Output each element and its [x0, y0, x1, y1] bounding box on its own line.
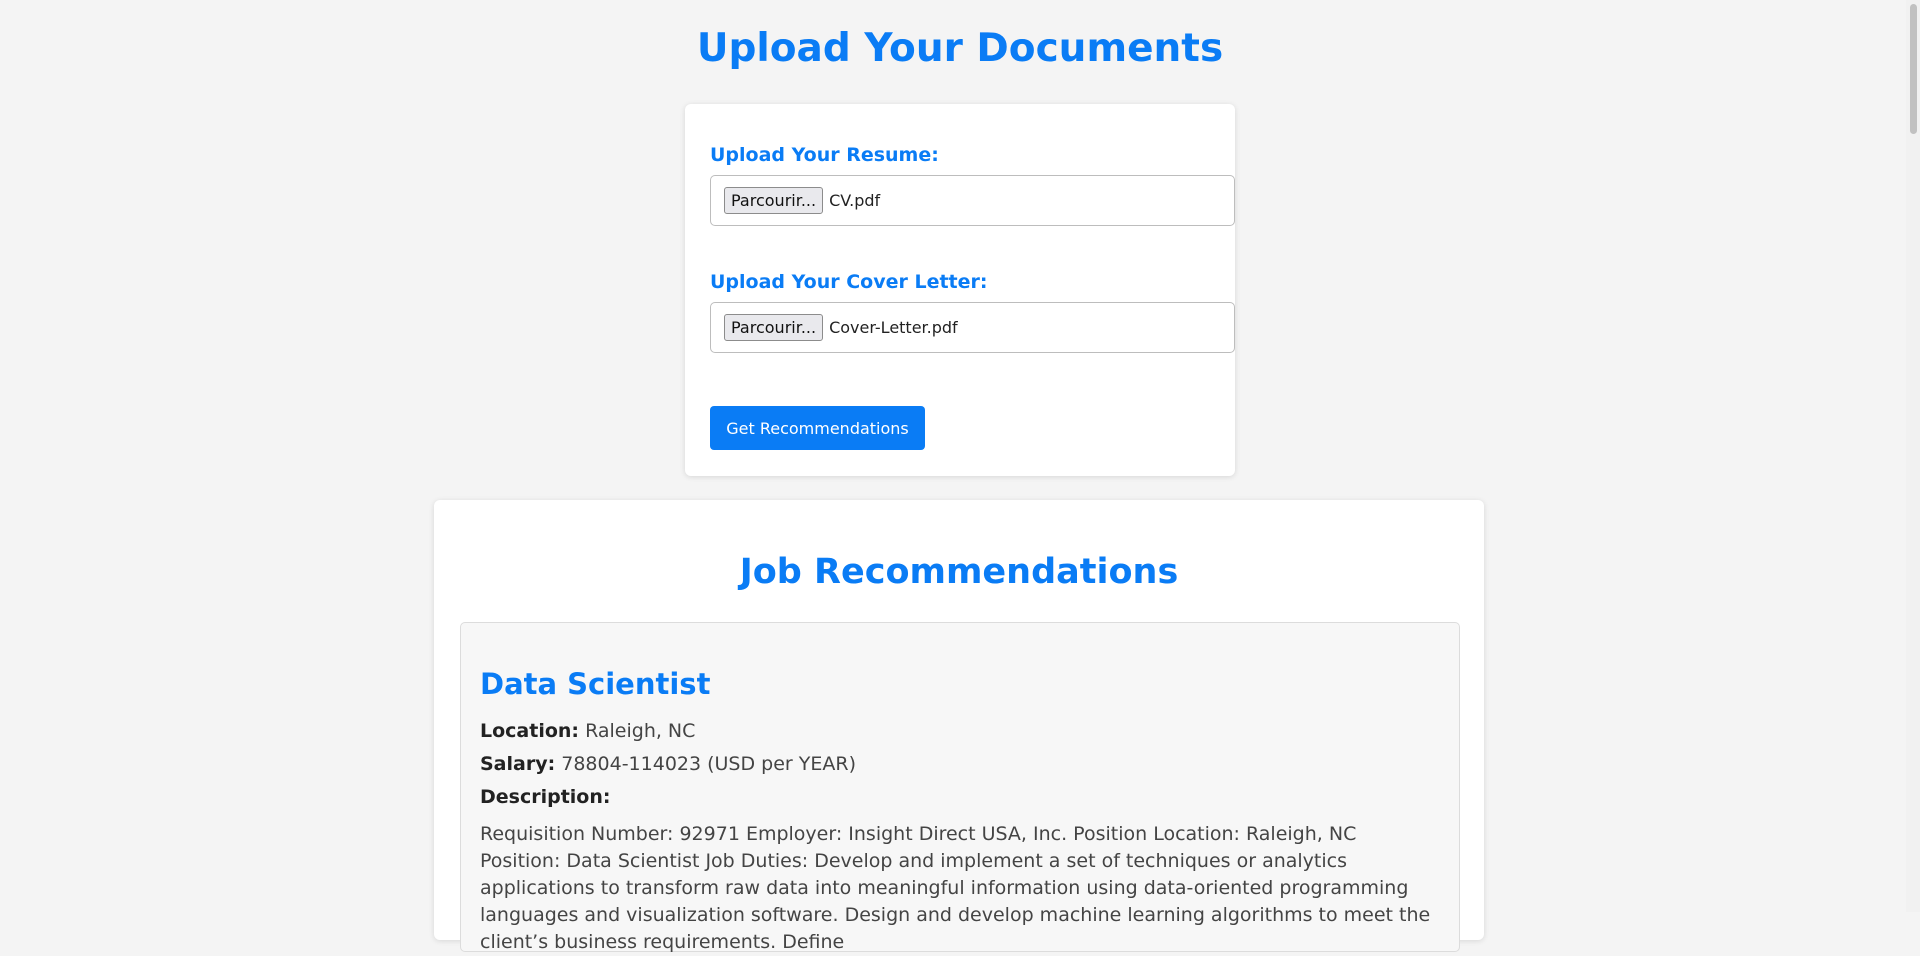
resume-file-name: CV.pdf	[829, 191, 881, 210]
cover-letter-file-input[interactable]: Parcourir... Cover-Letter.pdf	[710, 302, 1235, 353]
get-recommendations-button[interactable]: Get Recommendations	[710, 406, 925, 450]
job-salary-label: Salary:	[480, 753, 556, 775]
scrollbar-thumb[interactable]	[1910, 4, 1917, 134]
cover-letter-browse-button[interactable]: Parcourir...	[724, 314, 824, 341]
cover-letter-file-name: Cover-Letter.pdf	[829, 318, 958, 337]
resume-browse-button[interactable]: Parcourir...	[724, 187, 824, 214]
job-salary-value: 78804-114023 (USD per YEAR)	[561, 753, 856, 775]
job-title: Data Scientist	[480, 667, 711, 701]
page-scrollbar[interactable]	[1906, 0, 1920, 912]
job-description: Requisition Number: 92971 Employer: Insi…	[480, 823, 1431, 953]
recommendations-section: Job Recommendations Data Scientist Locat…	[434, 500, 1484, 953]
job-description-label: Description:	[480, 786, 611, 808]
job-location-label: Location:	[480, 720, 580, 742]
page-title: Upload Your Documents	[696, 26, 1224, 71]
job-salary: Salary: 78804-114023 (USD per YEAR)	[480, 753, 856, 775]
resume-label: Upload Your Resume:	[710, 144, 939, 166]
job-card: Data Scientist Location: Raleigh, NC Sal…	[460, 622, 1460, 953]
job-description-heading: Description:	[480, 786, 611, 808]
job-location-value: Raleigh, NC	[585, 720, 696, 742]
job-location: Location: Raleigh, NC	[480, 720, 695, 742]
resume-file-input[interactable]: Parcourir... CV.pdf	[710, 175, 1235, 226]
recommendations-title: Job Recommendations	[739, 552, 1179, 592]
upload-form: Upload Your Resume: Parcourir... CV.pdf …	[685, 104, 1235, 476]
cover-letter-label: Upload Your Cover Letter:	[710, 271, 988, 293]
